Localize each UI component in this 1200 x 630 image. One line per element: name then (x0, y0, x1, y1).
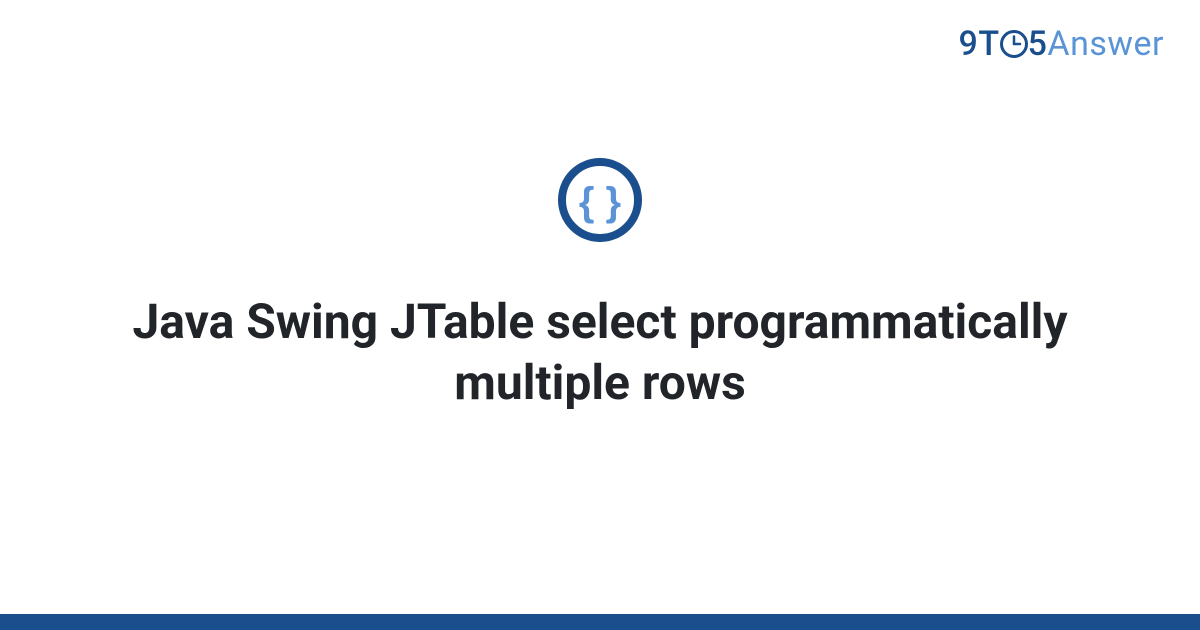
code-braces-icon: { } (557, 157, 643, 243)
page-title: Java Swing JTable select programmaticall… (110, 291, 1090, 414)
svg-text:{ }: { } (579, 180, 621, 224)
main-content: { } Java Swing JTable select programmati… (0, 0, 1200, 630)
footer-bar (0, 614, 1200, 630)
